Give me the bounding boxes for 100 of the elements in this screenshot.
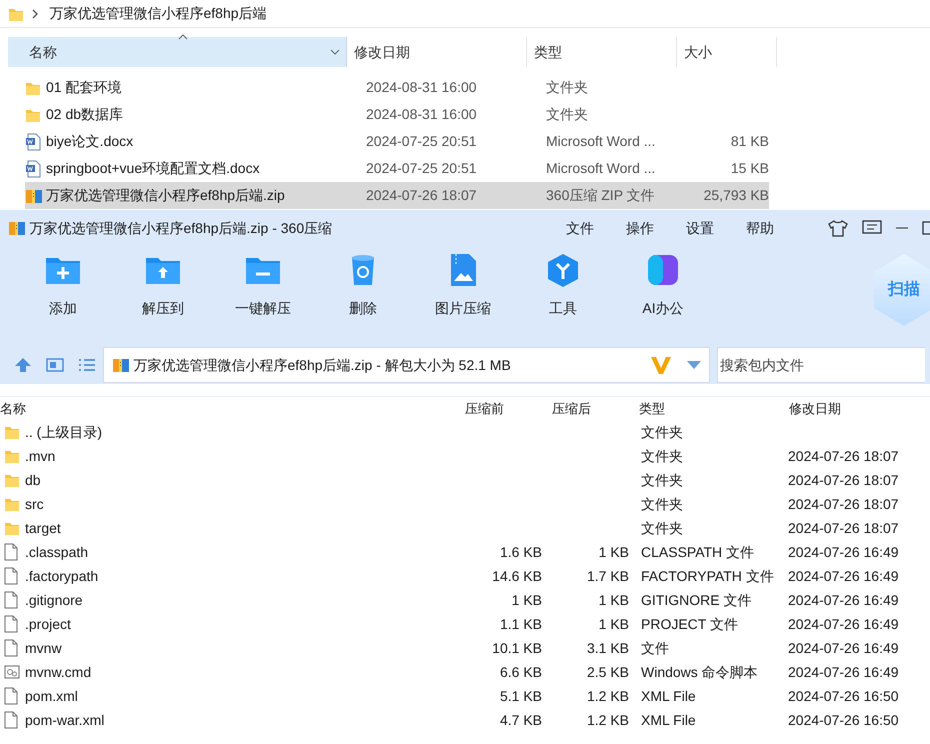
toolbar-button[interactable]: AI办公 (613, 246, 713, 325)
original-size: 10.1 KB (491, 638, 543, 658)
file-name: .. (上级目录) (25, 422, 103, 442)
file-type: 文件夹 (640, 494, 684, 514)
archive-icon (8, 219, 26, 237)
file-name: springboot+vue环境配置文档.docx (46, 159, 261, 178)
file-row[interactable]: .project 1.1 KB 1 KB PROJECT 文件 2024-07-26 16:49 (0, 612, 930, 636)
file-row[interactable]: db 文件夹 2024-07-26 18:07 (0, 468, 930, 492)
menu-item[interactable]: 设置 (670, 214, 730, 242)
file-row[interactable]: src 文件夹 2024-07-26 18:07 (0, 492, 930, 516)
file-row[interactable]: .gitignore 1 KB 1 KB GITIGNORE 文件 2024-07-26 16:49 (0, 588, 930, 612)
file-row[interactable]: 02 db数据库 2024-08-31 16:00 文件夹 (25, 101, 769, 128)
file-icon (4, 711, 18, 729)
archive-path: 万家优选管理微信小程序ef8hp后端.zip - 解包大小为 52.1 MB (134, 356, 512, 375)
menu-item[interactable]: 帮助 (730, 214, 790, 242)
document-icon (25, 160, 41, 178)
file-type: FACTORYPATH 文件 (640, 566, 775, 586)
original-size: 6.6 KB (498, 662, 543, 682)
breadcrumb-item[interactable]: 万家优选管理微信小程序ef8hp后端 (50, 3, 267, 24)
toolbar-button[interactable]: 删除 (313, 246, 413, 325)
compressed-size: 1 KB (598, 542, 630, 562)
column-header[interactable]: 大小 (677, 37, 777, 67)
compressed-size: 1 KB (598, 590, 630, 610)
date-modified: 2024-07-26 16:49 (787, 614, 900, 634)
file-type: 文件夹 (640, 422, 684, 442)
column-header[interactable]: 压缩后 (552, 398, 639, 418)
column-header[interactable]: 类型 (527, 37, 677, 67)
message-icon (862, 220, 882, 236)
v-logo-icon (650, 355, 672, 375)
column-header[interactable]: 修改日期 (347, 37, 527, 67)
address-bar[interactable]: 万家优选管理微信小程序ef8hp后端.zip - 解包大小为 52.1 MB (103, 347, 710, 383)
date-modified: 2024-07-26 18:07 (787, 446, 900, 466)
toolbar-button[interactable]: 图片压缩 (413, 246, 513, 325)
column-header[interactable]: 类型 (639, 398, 789, 418)
column-header[interactable]: 修改日期 (789, 398, 930, 418)
file-name: mvnw.cmd (25, 662, 92, 682)
menu-item[interactable]: 文件 (550, 214, 610, 242)
compressed-size: 1.2 KB (586, 710, 630, 730)
list-view-icon (78, 357, 96, 373)
column-header[interactable]: 压缩前 (465, 398, 552, 418)
file-icon (4, 687, 18, 705)
toolbar-button[interactable]: 一键解压 (213, 246, 313, 325)
file-row[interactable]: .mvn 文件夹 2024-07-26 18:07 (0, 444, 930, 468)
file-name: 01 配套环境 (46, 78, 122, 97)
file-row[interactable]: biye论文.docx 2024-07-25 20:51 Microsoft Word ... 81 KB (25, 128, 769, 155)
file-name: 万家优选管理微信小程序ef8hp后端.zip (46, 186, 286, 205)
file-size: 15 KB (730, 159, 769, 178)
file-row[interactable]: 万家优选管理微信小程序ef8hp后端.zip 2024-07-26 18:07 360压缩 ZIP 文件 25,793 KB (25, 182, 769, 209)
file-row[interactable]: .classpath 1.6 KB 1 KB CLASSPATH 文件 2024-07-26 16:49 (0, 540, 930, 564)
column-header[interactable]: 名称 (8, 37, 347, 67)
file-type: 文件夹 (546, 105, 589, 124)
date-modified: 2024-07-26 16:49 (787, 662, 900, 682)
file-row[interactable]: springboot+vue环境配置文档.docx 2024-07-25 20:51 Microsoft Word ... 15 KB (25, 155, 769, 182)
file-name: src (25, 494, 45, 514)
date-modified: 2024-07-26 18:07 (366, 186, 478, 205)
search-field[interactable]: 搜索包内文件 (717, 347, 925, 383)
maximize-icon (922, 221, 930, 235)
file-row[interactable]: pom-war.xml 4.7 KB 1.2 KB XML File 2024-07-26 16:50 (0, 708, 930, 732)
file-row[interactable]: 01 配套环境 2024-08-31 16:00 文件夹 (25, 74, 769, 101)
file-name: .factorypath (25, 566, 100, 586)
original-size: 5.1 KB (498, 686, 543, 706)
file-name: pom-war.xml (25, 710, 106, 730)
file-name: pom.xml (25, 686, 79, 706)
file-row[interactable]: .factorypath 14.6 KB 1.7 KB FACTORYPATH 文件 2024-07-26 16:49 (0, 564, 930, 588)
date-modified: 2024-07-26 16:49 (787, 638, 900, 658)
date-modified: 2024-07-26 16:50 (787, 686, 900, 706)
archive-icon (112, 356, 130, 374)
window-title: 万家优选管理微信小程序ef8hp后端.zip - 360压缩 (30, 218, 332, 238)
details-view-icon (46, 357, 64, 373)
file-icon (4, 591, 18, 609)
file-row[interactable]: mvnw.cmd 6.6 KB 2.5 KB Windows 命令脚本 2024-07-26 16:49 (0, 660, 930, 684)
up-arrow-icon (14, 357, 32, 373)
file-type: PROJECT 文件 (640, 614, 739, 634)
toolbar-button[interactable]: 工具 (513, 246, 613, 325)
file-type: 360压缩 ZIP 文件 (546, 186, 656, 205)
original-size: 1.1 KB (498, 614, 543, 634)
date-modified: 2024-07-25 20:51 (366, 159, 478, 178)
file-type: XML File (640, 710, 697, 730)
folder-icon (4, 472, 20, 488)
file-row[interactable]: pom.xml 5.1 KB 1.2 KB XML File 2024-07-26 16:50 (0, 684, 930, 708)
date-modified: 2024-08-31 16:00 (366, 105, 478, 124)
file-row[interactable]: .. (上级目录) 文件夹 (0, 420, 930, 444)
date-modified: 2024-07-26 18:07 (787, 494, 900, 514)
compressed-size: 1 KB (598, 614, 630, 634)
compressed-size: 1.2 KB (586, 686, 630, 706)
file-name: .mvn (25, 446, 56, 466)
file-type: 文件夹 (640, 446, 684, 466)
date-modified: 2024-07-26 16:49 (787, 566, 900, 586)
menu-item[interactable]: 操作 (610, 214, 670, 242)
column-header[interactable]: 名称 (0, 398, 465, 418)
toolbar-button[interactable]: 添加 (13, 246, 113, 325)
file-row[interactable]: target 文件夹 2024-07-26 18:07 (0, 516, 930, 540)
file-type: Microsoft Word ... (546, 132, 656, 151)
file-name: 02 db数据库 (46, 105, 124, 124)
file-type: 文件 (640, 638, 670, 658)
file-row[interactable]: mvnw 10.1 KB 3.1 KB 文件 2024-07-26 16:49 (0, 636, 930, 660)
toolbar-button[interactable]: 解压到 (113, 246, 213, 325)
date-modified: 2024-07-26 18:07 (787, 518, 900, 538)
original-size: 1 KB (510, 590, 543, 610)
compressed-size: 1.7 KB (586, 566, 630, 586)
